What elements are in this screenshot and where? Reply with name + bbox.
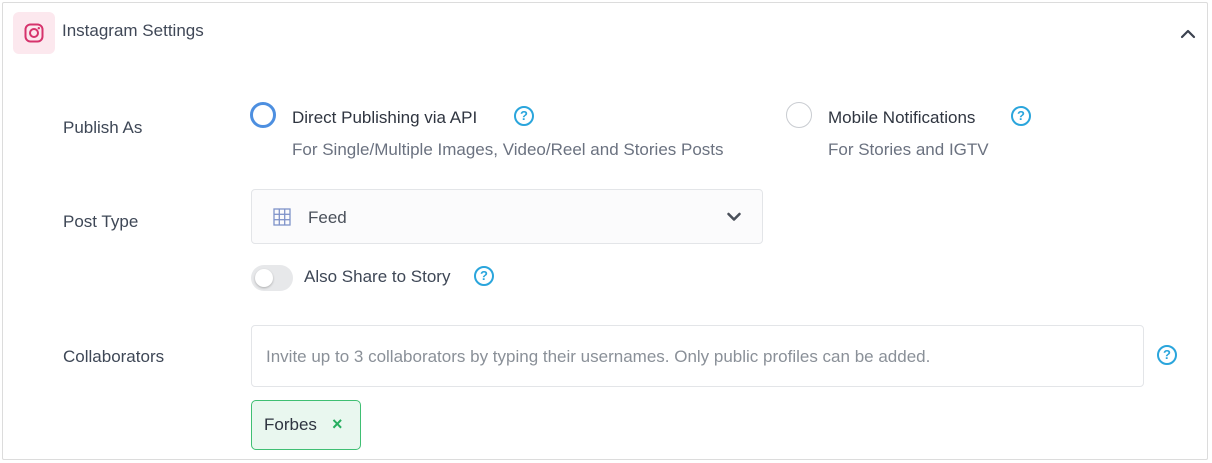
- direct-publishing-title[interactable]: Direct Publishing via API: [292, 108, 477, 128]
- instagram-icon: [13, 12, 55, 54]
- direct-publishing-help-icon[interactable]: ?: [514, 106, 534, 126]
- share-to-story-toggle[interactable]: [251, 265, 293, 291]
- share-to-story-label: Also Share to Story: [304, 267, 451, 286]
- grid-icon: [273, 208, 291, 231]
- collaborators-label: Collaborators: [63, 347, 165, 366]
- mobile-notifications-title[interactable]: Mobile Notifications: [828, 108, 975, 128]
- collaborators-input[interactable]: [264, 326, 1128, 388]
- collaborators-field[interactable]: [251, 325, 1144, 388]
- toggle-knob: [255, 269, 273, 287]
- direct-publishing-description: For Single/Multiple Images, Video/Reel a…: [292, 140, 724, 159]
- chevron-up-icon[interactable]: [1175, 21, 1201, 47]
- share-to-story-help-icon[interactable]: ?: [474, 266, 494, 286]
- panel-title: Instagram Settings: [62, 21, 204, 40]
- mobile-notifications-help-icon[interactable]: ?: [1011, 106, 1031, 126]
- chevron-down-icon[interactable]: [726, 209, 742, 230]
- mobile-notifications-radio[interactable]: [786, 102, 812, 128]
- post-type-select[interactable]: Feed: [251, 189, 763, 244]
- mobile-notifications-description: For Stories and IGTV: [828, 140, 989, 159]
- instagram-settings-panel: Instagram Settings Publish As Direct Pub…: [2, 2, 1208, 460]
- remove-collaborator-icon[interactable]: ×: [332, 414, 343, 435]
- panel-header[interactable]: Instagram Settings: [3, 3, 1207, 63]
- publish-as-label: Publish As: [63, 118, 143, 137]
- direct-publishing-radio[interactable]: [250, 102, 276, 128]
- post-type-value: Feed: [308, 208, 347, 227]
- post-type-label: Post Type: [63, 212, 139, 231]
- collaborators-help-icon[interactable]: ?: [1157, 345, 1177, 365]
- collaborator-tag-label: Forbes: [264, 415, 317, 434]
- collaborator-tag: Forbes ×: [251, 400, 361, 450]
